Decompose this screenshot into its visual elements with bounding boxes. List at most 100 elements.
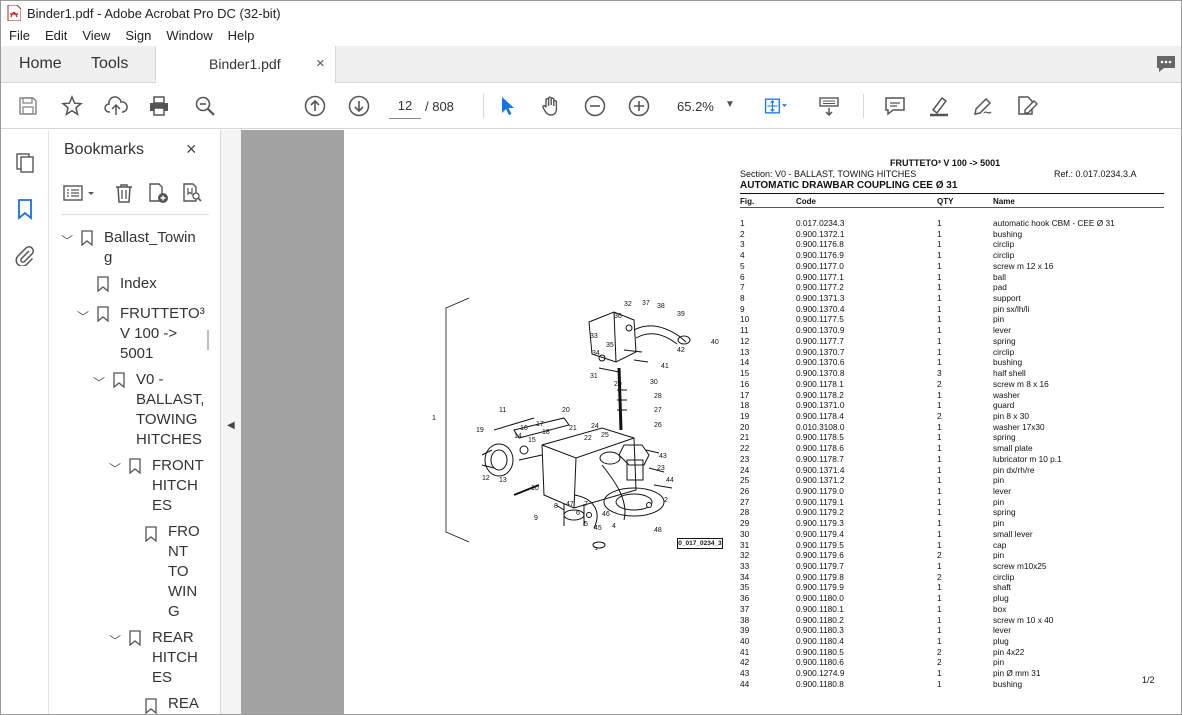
zoom-out-button[interactable]	[583, 94, 607, 118]
table-row: 20 0.010.3108.0 1 washer 17x30	[740, 422, 1164, 433]
code-cell: 0.900.1178.2	[796, 389, 844, 400]
fit-page-button[interactable]	[763, 94, 787, 118]
search-bookmark-icon[interactable]	[181, 182, 203, 204]
table-row: 18 0.900.1371.0 1 guard	[740, 400, 1164, 411]
fig-cell: 33	[740, 561, 750, 571]
qty-cell: 1	[937, 443, 942, 454]
fill-sign-button[interactable]	[971, 94, 995, 118]
bookmark-item-frutteto[interactable]: FRUTTETO³ V 100 -> 5001	[120, 304, 205, 364]
menu-window[interactable]: Window	[158, 28, 219, 43]
bookmark-item-index[interactable]: Index	[120, 274, 157, 294]
bookmarks-scrollbar[interactable]	[207, 330, 209, 350]
name-cell: plug	[993, 636, 1009, 647]
chevron-down-icon[interactable]: ﹀	[109, 460, 121, 477]
bookmark-item-front-towing[interactable]: FRO NT TO WIN G	[168, 522, 200, 622]
name-cell: circlip	[993, 571, 1015, 582]
code-cell: 0.900.1179.8	[796, 571, 844, 582]
menu-help[interactable]: Help	[220, 28, 262, 43]
comment-button[interactable]	[883, 94, 907, 118]
bookmark-label: BALLAST,	[136, 391, 205, 408]
name-cell: pin	[993, 314, 1005, 325]
qty-cell: 1	[937, 636, 942, 647]
qty-cell: 2	[937, 646, 942, 657]
previous-page-button[interactable]	[303, 94, 327, 118]
save-button[interactable]	[16, 94, 40, 118]
bookmark-options-icon[interactable]	[63, 182, 99, 204]
chevron-down-icon[interactable]: ﹀	[61, 232, 73, 249]
page-indicator: 1/2	[1142, 675, 1155, 685]
bookmark-item-v0-ballast[interactable]: V0 - BALLAST, TOWING HITCHES	[136, 370, 204, 450]
menu-view[interactable]: View	[74, 28, 117, 43]
delete-bookmark-icon[interactable]	[113, 182, 135, 204]
highlight-button[interactable]	[927, 94, 951, 118]
bookmark-label: V 100 ->	[120, 325, 178, 342]
bookmark-item-front-hitches[interactable]: FRONT HITCH ES	[152, 456, 204, 516]
code-cell: 0.900.1180.6	[796, 657, 844, 668]
page-thumbnails-icon[interactable]	[14, 152, 36, 174]
name-cell: lubricator m 10 p.1	[993, 453, 1062, 464]
name-cell: lever	[993, 485, 1011, 496]
callout-number: 19	[476, 427, 484, 434]
name-cell: circlip	[993, 250, 1015, 261]
menu-edit[interactable]: Edit	[37, 28, 74, 43]
chevron-down-icon[interactable]: ﹀	[77, 308, 89, 325]
bookmark-label: FRUTTETO³	[120, 305, 205, 322]
qty-cell: 1	[937, 400, 942, 411]
table-row: 39 0.900.1180.3 1 lever	[740, 625, 1164, 636]
zoom-level-field[interactable]: 65.2%	[677, 99, 714, 114]
attachments-paperclip-icon[interactable]	[14, 244, 36, 266]
panel-splitter[interactable]: ◀	[221, 130, 241, 714]
code-cell: 0.900.1371.3	[796, 293, 845, 304]
menu-file[interactable]: File	[1, 28, 37, 43]
tab-document[interactable]: Binder1.pdf ×	[155, 46, 336, 83]
bookmark-label: V0 -	[136, 371, 164, 388]
tab-home[interactable]: Home	[19, 55, 62, 73]
bookmark-item-rear-hitches[interactable]: REAR HITCH ES	[152, 628, 198, 688]
code-cell: 0.900.1178.7	[796, 453, 844, 464]
name-cell: washer	[993, 389, 1020, 400]
zoom-dropdown-icon[interactable]: ▼	[725, 99, 735, 110]
code-cell: 0.900.1274.9	[796, 668, 845, 679]
menu-bar: File Edit View Sign Window Help	[1, 25, 1181, 46]
print-button[interactable]	[147, 94, 171, 118]
tab-tools[interactable]: Tools	[91, 55, 128, 73]
page-number-input[interactable]: 12	[389, 93, 421, 119]
hand-tool-button[interactable]	[539, 94, 563, 118]
comment-bubble-icon[interactable]	[1155, 54, 1177, 74]
table-row: 8 0.900.1371.3 1 support	[740, 293, 1164, 304]
fig-cell: 43	[740, 668, 750, 679]
bookmarks-panel-icon[interactable]	[14, 198, 36, 220]
zoom-in-button[interactable]	[627, 94, 651, 118]
bookmarks-close-button[interactable]: ×	[186, 139, 197, 160]
chevron-down-icon[interactable]: ﹀	[93, 374, 105, 391]
callout-number: 16	[520, 425, 528, 432]
tab-close-button[interactable]: ×	[316, 55, 325, 72]
code-cell: 0.900.1177.0	[796, 260, 844, 271]
upload-button[interactable]	[104, 94, 128, 118]
new-bookmark-icon[interactable]	[147, 182, 169, 204]
name-cell: screw m10x25	[993, 561, 1047, 571]
qty-cell: 1	[937, 593, 942, 604]
menu-sign[interactable]: Sign	[117, 28, 158, 43]
qty-cell: 1	[937, 325, 942, 336]
scroll-mode-button[interactable]	[817, 94, 841, 118]
bookmark-label: TOWING	[136, 411, 198, 428]
name-cell: cap	[993, 539, 1007, 550]
table-row: 28 0.900.1179.2 1 spring	[740, 507, 1164, 518]
edit-pdf-button[interactable]	[1015, 94, 1039, 118]
bookmark-item-rear[interactable]: REA	[168, 694, 199, 714]
code-cell: 0.900.1370.7	[796, 346, 845, 357]
fig-cell: 38	[740, 614, 750, 625]
select-tool-button[interactable]	[495, 94, 519, 118]
collapse-panel-icon[interactable]: ◀	[227, 420, 235, 431]
bookmark-star-button[interactable]	[60, 94, 84, 118]
callout-number: 15	[528, 437, 536, 444]
next-page-button[interactable]	[347, 94, 371, 118]
bookmark-item-ballast-towing[interactable]: Ballast_Towin g	[104, 228, 196, 268]
bookmark-label: ES	[152, 497, 173, 514]
fig-cell: 36	[740, 593, 750, 604]
find-button[interactable]	[193, 94, 217, 118]
chevron-down-icon[interactable]: ﹀	[109, 632, 121, 649]
bookmark-icon	[129, 630, 141, 646]
code-cell: 0.900.1371.2	[796, 475, 845, 486]
